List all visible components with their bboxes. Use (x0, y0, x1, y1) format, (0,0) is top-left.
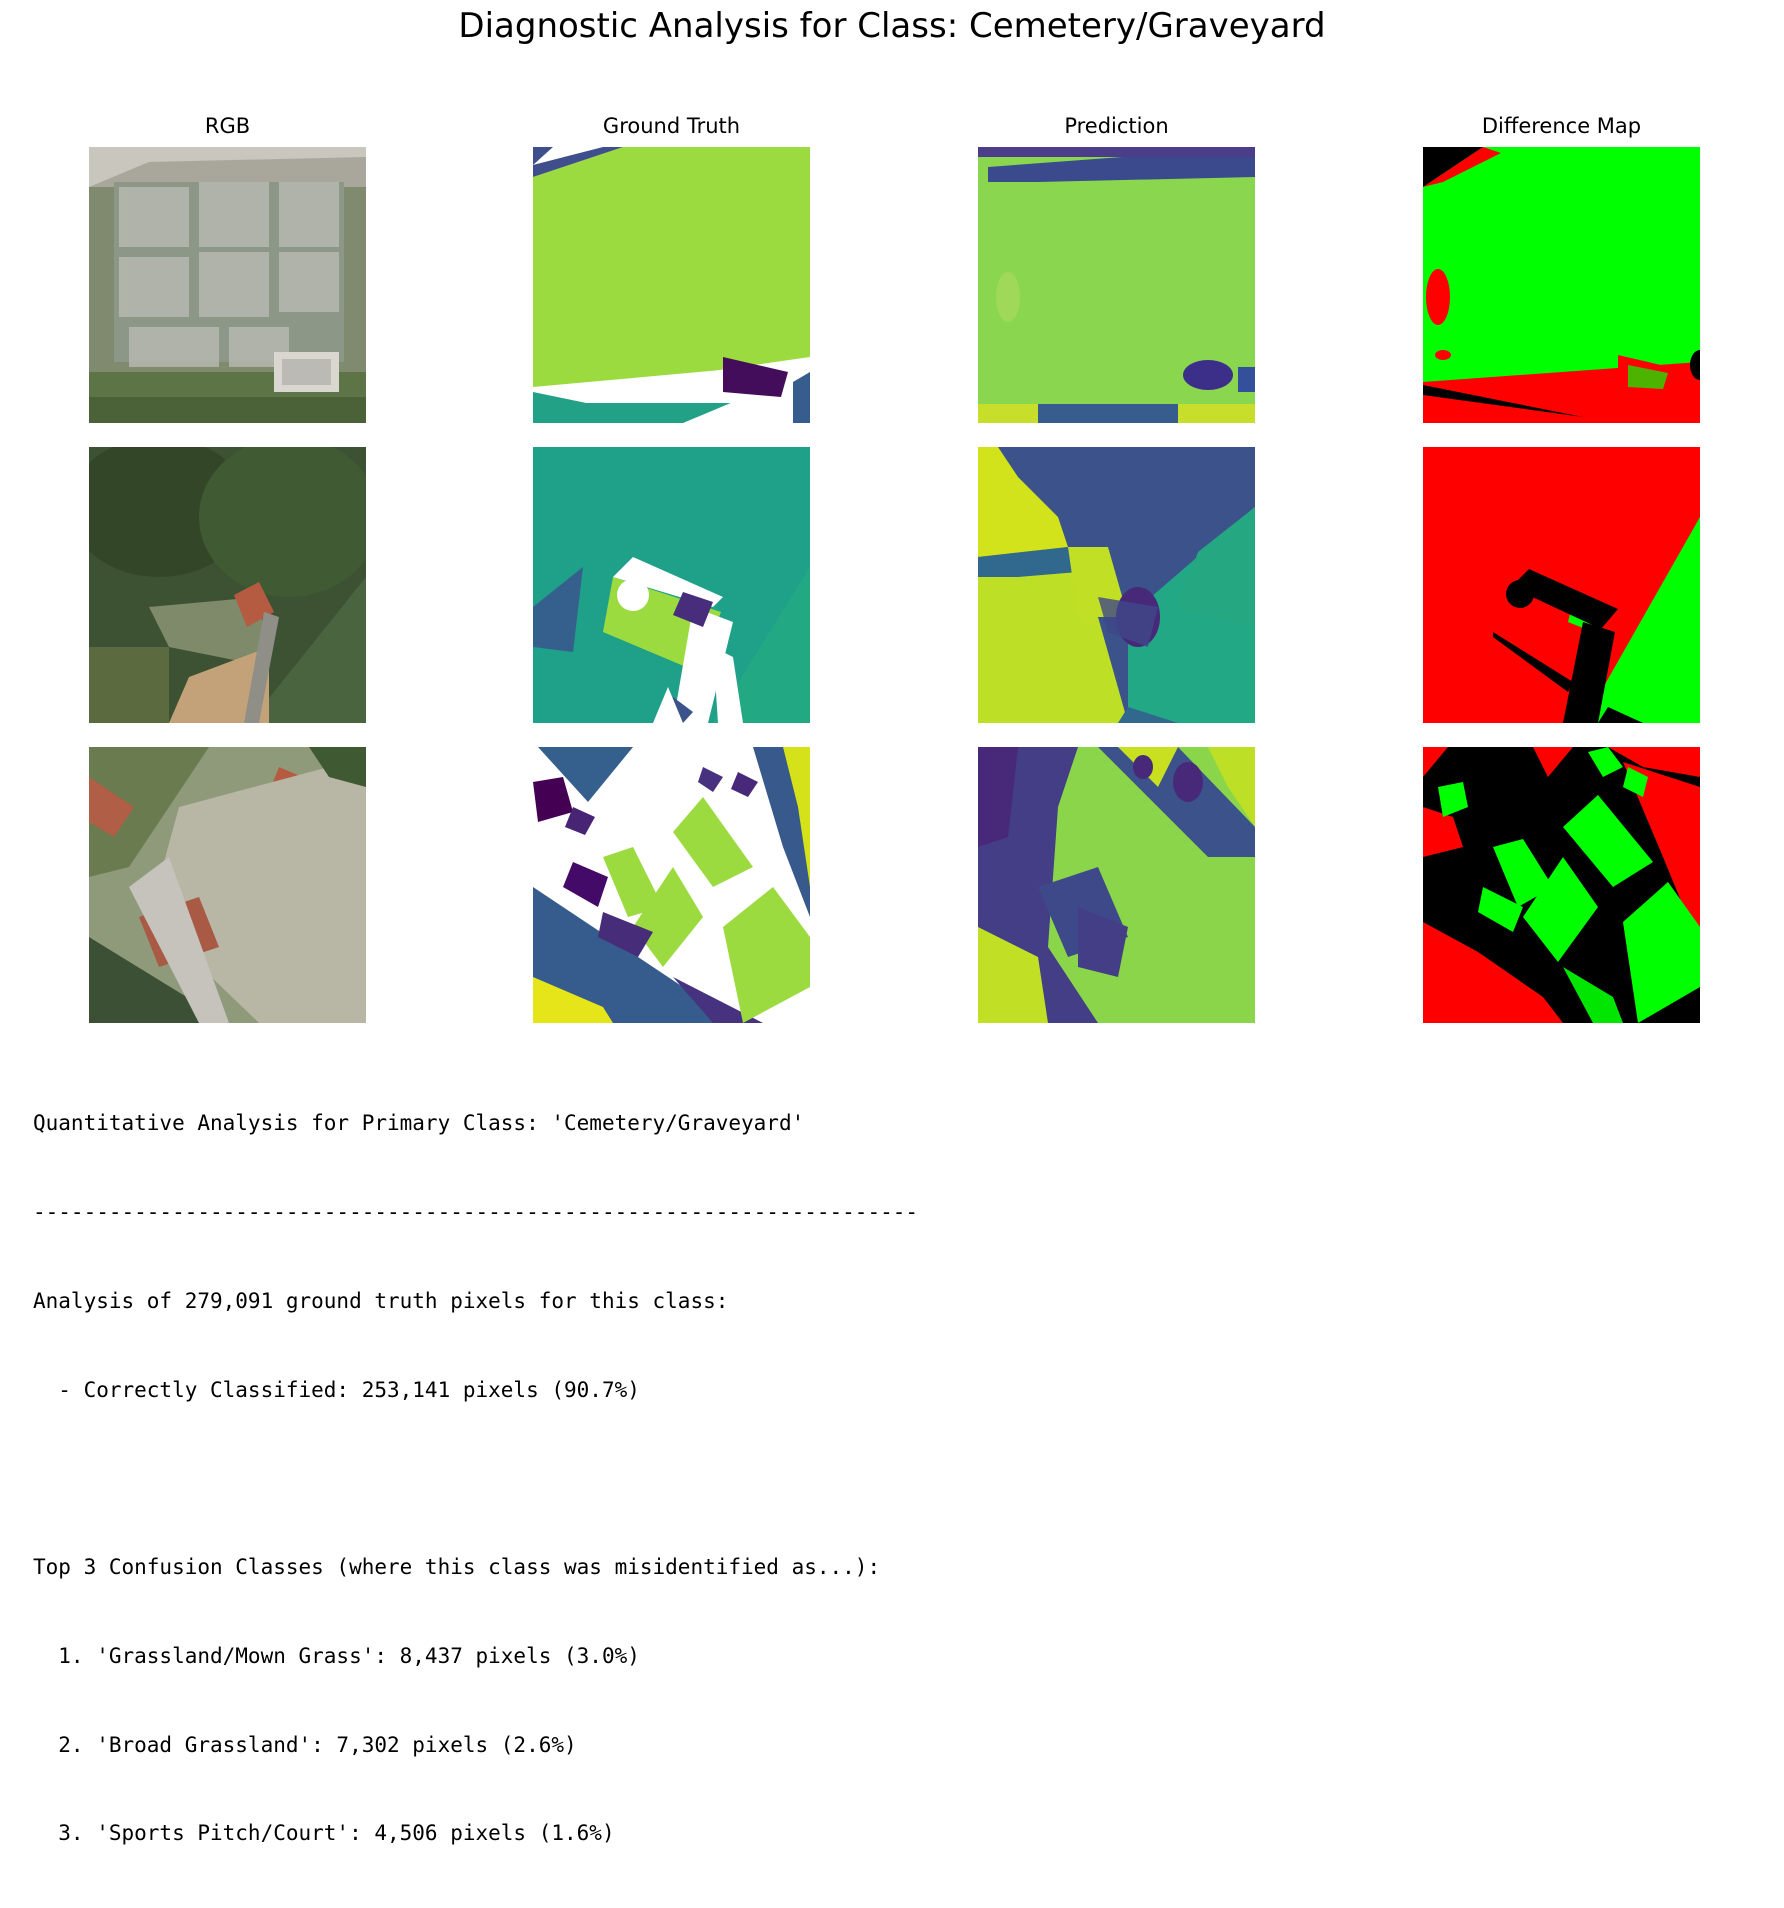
prediction-row-3 (978, 747, 1255, 1023)
quantitative-report: Quantitative Analysis for Primary Class:… (33, 1050, 918, 1908)
difference-map-row-2 (1423, 447, 1700, 723)
column-header-difference-map: Difference Map (1481, 114, 1642, 138)
difference-map-row-1 (1423, 147, 1700, 423)
report-confusion-heading: Top 3 Confusion Classes (where this clas… (33, 1555, 881, 1580)
report-correct-line: - Correctly Classified: 253,141 pixels (… (33, 1377, 640, 1402)
prediction-row-1 (978, 147, 1255, 423)
report-confusion-item-1: 1. 'Grassland/Mown Grass': 8,437 pixels … (33, 1643, 640, 1668)
report-confusion-item-2: 2. 'Broad Grassland': 7,302 pixels (2.6%… (33, 1732, 577, 1757)
report-confusion-item-3: 3. 'Sports Pitch/Court': 4,506 pixels (1… (33, 1821, 615, 1846)
ground-truth-row-2 (533, 447, 810, 723)
report-blank-line (33, 1464, 918, 1494)
rgb-image-row-1 (89, 147, 366, 423)
ground-truth-row-1 (533, 147, 810, 423)
column-header-prediction: Prediction (1064, 114, 1169, 138)
report-analysis-line: Analysis of 279,091 ground truth pixels … (33, 1288, 729, 1313)
column-header-ground-truth: Ground Truth (602, 114, 741, 138)
figure-title: Diagnostic Analysis for Class: Cemetery/… (458, 6, 1326, 46)
difference-map-row-3 (1423, 747, 1700, 1023)
rgb-image-row-2 (89, 447, 366, 723)
report-heading: Quantitative Analysis for Primary Class:… (33, 1111, 805, 1136)
report-separator: ----------------------------------------… (33, 1199, 919, 1224)
column-header-rgb: RGB (204, 114, 251, 138)
diagnostic-figure: Diagnostic Analysis for Class: Cemetery/… (0, 0, 1784, 1845)
prediction-row-2 (978, 447, 1255, 723)
rgb-image-row-3 (89, 747, 366, 1023)
ground-truth-row-3 (533, 747, 810, 1023)
